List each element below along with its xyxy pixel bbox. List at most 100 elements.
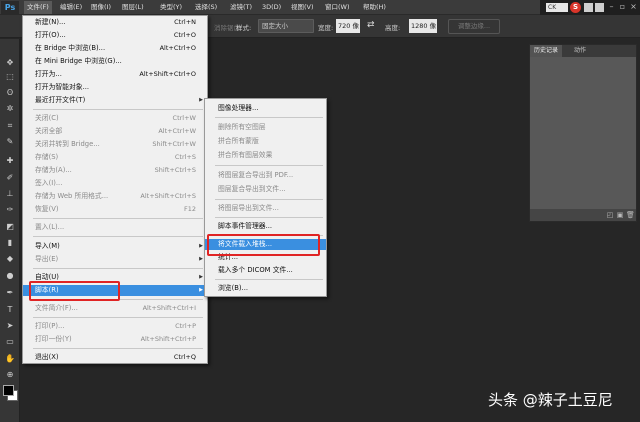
menu-item-open[interactable]: 打开(O)... Ctrl+O [23, 30, 207, 41]
dodge-tool-icon[interactable]: ● [4, 270, 16, 281]
menu-separator [33, 218, 203, 219]
menu-separator [33, 109, 203, 110]
menu-item-place: 置入(L)... [35, 223, 65, 231]
menu-item-save-for-web: 存储为 Web 所用格式... Alt+Shift+Ctrl+S [35, 192, 196, 200]
annotation-box-load-stack [207, 234, 320, 256]
tab-history[interactable]: 历史记录 [530, 45, 563, 57]
menu-item-save-as: 存储为(A)... Shift+Ctrl+S [35, 166, 196, 174]
submenu-arrow-icon: ▶ [199, 274, 203, 280]
menu-item-new[interactable]: 新建(N)... Ctrl+N [23, 17, 207, 28]
photoshop-logo: Ps [1, 1, 19, 14]
style-label: 样式: [236, 24, 252, 32]
menu-item-check-in: 签入(I)... [35, 179, 63, 187]
history-panel-tabs: 历史记录 动作 [530, 45, 636, 57]
submenu-arrow-icon: ▶ [199, 287, 203, 293]
menu-item-open-as[interactable]: 打开为... Alt+Shift+Ctrl+O [23, 69, 207, 80]
menu-item-save: 存储(S) Ctrl+S [35, 153, 196, 161]
eraser-tool-icon[interactable]: ◩ [4, 221, 16, 232]
tray-ck-label: CK [546, 3, 568, 12]
blur-tool-icon[interactable]: ◆ [4, 253, 16, 264]
lasso-tool-icon[interactable]: ʘ [4, 87, 16, 98]
menu-item-print-one-copy: 打印一份(Y) Alt+Shift+Ctrl+P [35, 335, 196, 343]
hand-tool-icon[interactable]: ✋ [4, 353, 16, 364]
menu-separator [215, 117, 323, 118]
new-document-icon[interactable]: ◰ [606, 211, 614, 219]
brush-tool-icon[interactable]: ✐ [4, 172, 16, 183]
type-tool-icon[interactable]: T [4, 304, 16, 315]
width-label: 宽度: [318, 24, 334, 32]
menu-item-print: 打印(P)... Ctrl+P [35, 322, 196, 330]
menu-item-browse-bridge[interactable]: 在 Bridge 中浏览(B)... Alt+Ctrl+O [23, 43, 207, 54]
menu-edit[interactable]: 编辑(E) [57, 1, 85, 14]
height-input[interactable]: 1280 像 [409, 19, 437, 33]
history-panel: 历史记录 动作 ◰ ▣ 🗑 [529, 44, 637, 222]
width-input[interactable]: 720 像 [336, 19, 360, 33]
tab-actions[interactable]: 动作 [570, 45, 590, 57]
clone-stamp-tool-icon[interactable]: ⊥ [4, 188, 16, 199]
refine-edge-button[interactable]: 调整边缘... [448, 19, 500, 34]
move-tool-icon[interactable]: ✥ [4, 57, 16, 68]
sogou-icon[interactable]: S [570, 2, 581, 13]
tray-icon-1[interactable] [584, 3, 593, 12]
menu-select[interactable]: 选择(S) [192, 1, 220, 14]
menu-item-browse-mini-bridge[interactable]: 在 Mini Bridge 中浏览(G)... [23, 56, 207, 67]
minimize-icon[interactable]: – [606, 2, 617, 12]
submenu-item-comps-to-pdf: 将图层复合导出到 PDF... [218, 171, 294, 179]
gradient-tool-icon[interactable]: ▮ [4, 237, 16, 248]
eyedropper-tool-icon[interactable]: ✎ [4, 136, 16, 147]
menu-item-import[interactable]: 导入(M) ▶ [23, 241, 207, 252]
submenu-item-comps-to-files: 图层复合导出到文件... [218, 185, 286, 193]
menu-separator [33, 268, 203, 269]
menu-separator [33, 317, 203, 318]
submenu-item-browse[interactable]: 浏览(B)... [205, 283, 326, 294]
pen-tool-icon[interactable]: ✒ [4, 287, 16, 298]
menu-item-recent-files[interactable]: 最近打开文件(T) ▶ [23, 95, 207, 106]
submenu-item-layers-to-files: 将图层导出到文件... [218, 204, 279, 212]
menu-layer[interactable]: 图层(L) [119, 1, 147, 14]
menu-file[interactable]: 文件(F) [24, 1, 52, 14]
menu-image[interactable]: 图像(I) [88, 1, 114, 14]
trash-icon[interactable]: 🗑 [626, 211, 635, 219]
submenu-item-flatten-layer-effects: 拼合所有图层效果 [218, 151, 273, 159]
toolbox: ✥ ⬚ ʘ ✲ ⌗ ✎ ✚ ✐ ⊥ ✑ ◩ ▮ ◆ ● ✒ T ➤ ▭ ✋ ⊕ [0, 39, 20, 422]
style-select[interactable]: 固定大小 [258, 19, 314, 33]
menu-separator [215, 165, 323, 166]
close-icon[interactable]: × [628, 2, 639, 12]
menu-item-open-smart-object[interactable]: 打开为智能对象... [23, 82, 207, 93]
menu-filter[interactable]: 滤镜(T) [227, 1, 255, 14]
swap-dimensions-icon[interactable]: ⇄ [367, 20, 375, 30]
menu-window[interactable]: 窗口(W) [322, 1, 353, 14]
menu-3d[interactable]: 3D(D) [259, 1, 284, 14]
menu-separator [215, 199, 323, 200]
menu-separator [215, 217, 323, 218]
system-tray: CK S – ▫ × [540, 0, 640, 15]
menu-item-close: 关闭(C) Ctrl+W [35, 114, 196, 122]
foreground-color-swatch[interactable] [3, 385, 14, 396]
submenu-arrow-icon: ▶ [199, 243, 203, 249]
menu-item-exit[interactable]: 退出(X) Ctrl+Q [23, 352, 207, 363]
new-snapshot-icon[interactable]: ▣ [616, 211, 624, 219]
zoom-tool-icon[interactable]: ⊕ [4, 369, 16, 380]
crop-tool-icon[interactable]: ⌗ [4, 120, 16, 131]
shape-tool-icon[interactable]: ▭ [4, 336, 16, 347]
menu-type[interactable]: 类型(Y) [157, 1, 185, 14]
tray-icon-2[interactable] [595, 3, 604, 12]
magic-wand-tool-icon[interactable]: ✲ [4, 103, 16, 114]
menu-item-file-info: 文件简介(F)... Alt+Shift+Ctrl+I [35, 304, 196, 312]
menu-bar: Ps 文件(F) 编辑(E) 图像(I) 图层(L) 类型(Y) 选择(S) 滤… [0, 0, 640, 15]
path-selection-tool-icon[interactable]: ➤ [4, 320, 16, 331]
submenu-item-image-processor[interactable]: 图像处理器... [205, 103, 326, 114]
submenu-arrow-icon: ▶ [199, 97, 203, 103]
restore-icon[interactable]: ▫ [617, 2, 628, 12]
history-brush-tool-icon[interactable]: ✑ [4, 204, 16, 215]
submenu-item-script-events-manager[interactable]: 脚本事件管理器... [205, 221, 326, 232]
healing-brush-tool-icon[interactable]: ✚ [4, 155, 16, 166]
history-list [530, 57, 636, 209]
watermark: 头条 @辣子土豆尼 [488, 391, 613, 409]
marquee-tool-icon[interactable]: ⬚ [4, 71, 16, 82]
submenu-item-load-dicom[interactable]: 载入多个 DICOM 文件... [205, 265, 326, 276]
menu-separator [33, 236, 203, 237]
menu-item-close-go-bridge: 关闭并转到 Bridge... Shift+Ctrl+W [35, 140, 196, 148]
menu-view[interactable]: 视图(V) [288, 1, 317, 14]
menu-help[interactable]: 帮助(H) [360, 1, 389, 14]
